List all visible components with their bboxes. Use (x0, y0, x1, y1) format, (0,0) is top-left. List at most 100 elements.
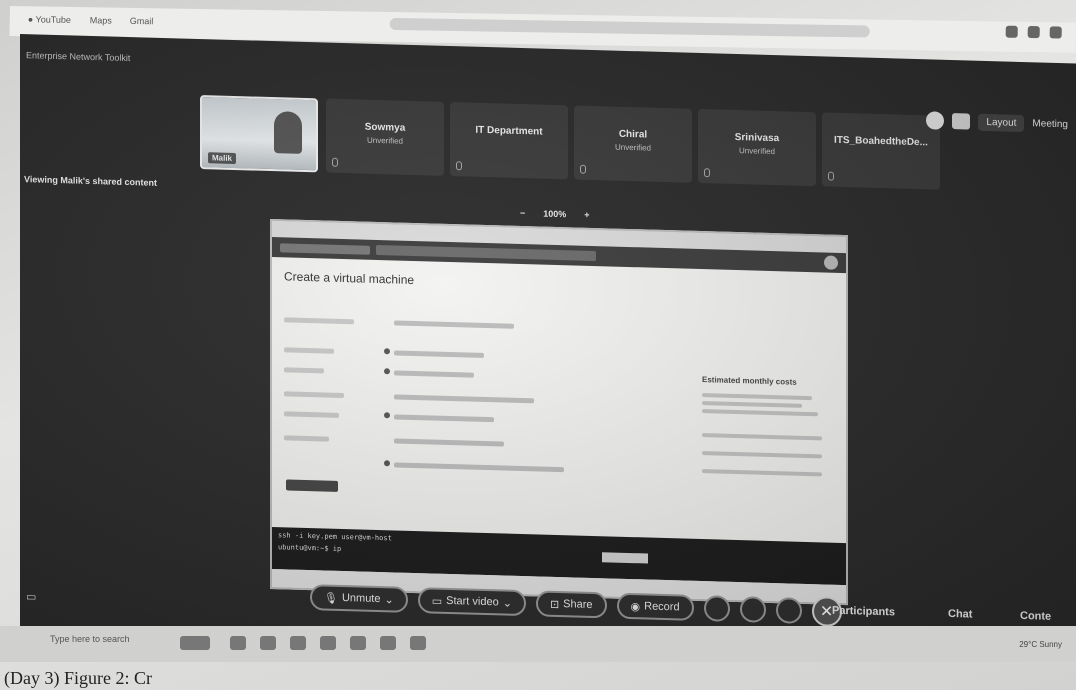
layout-button[interactable]: Layout (978, 113, 1025, 132)
summary-line (702, 433, 822, 441)
more-button[interactable]: Conte (1020, 610, 1051, 623)
unmute-button[interactable]: 🎙 Unmute ⌄ (310, 584, 408, 613)
start-video-label: Start video (446, 594, 499, 609)
taskbar-app-icon[interactable] (180, 636, 210, 650)
summary-line (702, 469, 822, 477)
form-option (394, 394, 534, 404)
zoom-in-button[interactable]: + (584, 210, 589, 220)
photo-frame: ● YouTube Maps Gmail Enterprise Network … (0, 0, 1076, 690)
form-option (394, 320, 514, 329)
window-title: Enterprise Network Toolkit (26, 50, 131, 64)
participant-tile[interactable]: Srinivasa Unverified (698, 108, 816, 187)
participant-name: Chiral (618, 128, 648, 141)
os-taskbar: Type here to search 29°C Sunny (0, 626, 1076, 662)
mic-icon: 🎙 (324, 591, 338, 605)
zoom-control: − 100% + (520, 208, 590, 220)
record-icon: ◉ (630, 600, 641, 613)
zoom-level: 100% (543, 208, 567, 220)
taskbar-app-icon[interactable] (350, 636, 366, 650)
chevron-down-icon: ⌄ (384, 593, 394, 606)
participant-tile[interactable]: Chiral Unverified (574, 105, 692, 183)
shared-content-label: Viewing Malik's shared content (24, 174, 158, 188)
participant-status: Unverified (738, 146, 775, 157)
top-controls: Layout Meeting (926, 111, 1068, 133)
taskbar-app-icon[interactable] (320, 636, 336, 650)
taskbar-app-icon[interactable] (410, 636, 426, 650)
form-option (394, 462, 564, 473)
figure-caption: (Day 3) Figure 2: Cr (4, 668, 152, 688)
summary-title: Estimated monthly costs (702, 375, 797, 387)
reactions-button[interactable] (703, 595, 730, 622)
start-video-button[interactable]: ▭ Start video ⌄ (417, 587, 526, 617)
summary-line (702, 393, 812, 401)
record-button[interactable]: ◉ Record (616, 592, 694, 621)
mic-muted-icon (704, 168, 710, 178)
participant-tile[interactable]: ITS_BoahedtheDe... (822, 112, 940, 190)
share-icon: ⊡ (549, 598, 560, 611)
form-label (284, 317, 354, 325)
bookmark-item[interactable]: Maps (90, 15, 112, 25)
mic-muted-icon (332, 157, 338, 167)
summary-line (702, 401, 802, 408)
participant-video-feed (274, 111, 302, 154)
participant-tile[interactable]: IT Department (450, 102, 568, 180)
radio-dot (384, 348, 390, 355)
profile-icon[interactable] (1027, 25, 1040, 39)
form-option (394, 350, 484, 358)
form-label (284, 411, 339, 418)
system-tray-weather[interactable]: 29°C Sunny (1019, 640, 1062, 649)
participant-name: ITS_BoahedtheDe... (834, 134, 928, 149)
url-bar[interactable] (389, 17, 870, 38)
avatar (824, 255, 838, 270)
unmute-label: Unmute (341, 591, 381, 606)
emoji-button[interactable] (739, 596, 766, 623)
menu-icon[interactable] (1049, 26, 1062, 39)
extension-icon[interactable] (1005, 25, 1018, 38)
taskbar-app-icon[interactable] (260, 636, 276, 650)
bookmark-item[interactable]: ● YouTube (28, 14, 71, 25)
chat-bubble-icon[interactable]: ▭ (26, 590, 36, 603)
form-label (284, 347, 334, 354)
radio-dot (384, 460, 390, 467)
terminal-line: ssh -i key.pem user@vm-host (278, 531, 392, 543)
review-create-button (286, 479, 338, 492)
taskbar-app-icon[interactable] (290, 636, 306, 650)
caption-icon[interactable] (952, 113, 971, 130)
form-label (284, 435, 329, 442)
portal-search (376, 244, 596, 262)
form-option (394, 438, 504, 447)
mic-muted-icon (828, 171, 834, 181)
form-label (284, 367, 324, 374)
participant-tile[interactable]: Sowmya Unverified (326, 98, 444, 176)
taskbar-app-icon[interactable] (230, 636, 246, 650)
participant-name: Sowmya (364, 121, 406, 134)
form-label (284, 391, 344, 399)
taskbar-search[interactable]: Type here to search (50, 634, 130, 644)
participant-name: Srinivasa (734, 131, 780, 145)
participant-tile-video[interactable]: Malik (200, 95, 318, 173)
participant-name: Malik (208, 152, 237, 165)
participant-name: IT Department (475, 124, 543, 138)
chevron-down-icon: ⌄ (502, 596, 512, 610)
terminal-line: ubuntu@vm:~$ ip (278, 543, 342, 553)
share-button[interactable]: ⊡ Share (535, 590, 607, 619)
page-title: Create a virtual machine (284, 269, 415, 288)
taskbar-app-icon[interactable] (380, 636, 396, 650)
browser-icons (1005, 25, 1062, 39)
radio-dot (384, 412, 390, 419)
bookmark-item[interactable]: Gmail (130, 16, 154, 26)
zoom-out-button[interactable]: − (520, 208, 525, 218)
participant-status: Unverified (366, 135, 403, 146)
more-options-button[interactable] (775, 597, 802, 624)
form-option (394, 414, 494, 423)
portal-logo (280, 242, 370, 255)
meeting-button[interactable]: Meeting (1032, 118, 1068, 130)
mic-muted-icon (456, 161, 462, 171)
participant-status: Unverified (614, 142, 651, 153)
camera-icon: ▭ (431, 595, 443, 608)
mic-muted-icon (580, 164, 586, 174)
chat-button[interactable]: Chat (948, 608, 972, 621)
form-option (394, 370, 474, 378)
info-icon[interactable] (926, 111, 945, 130)
participants-button[interactable]: Participants (832, 605, 895, 619)
